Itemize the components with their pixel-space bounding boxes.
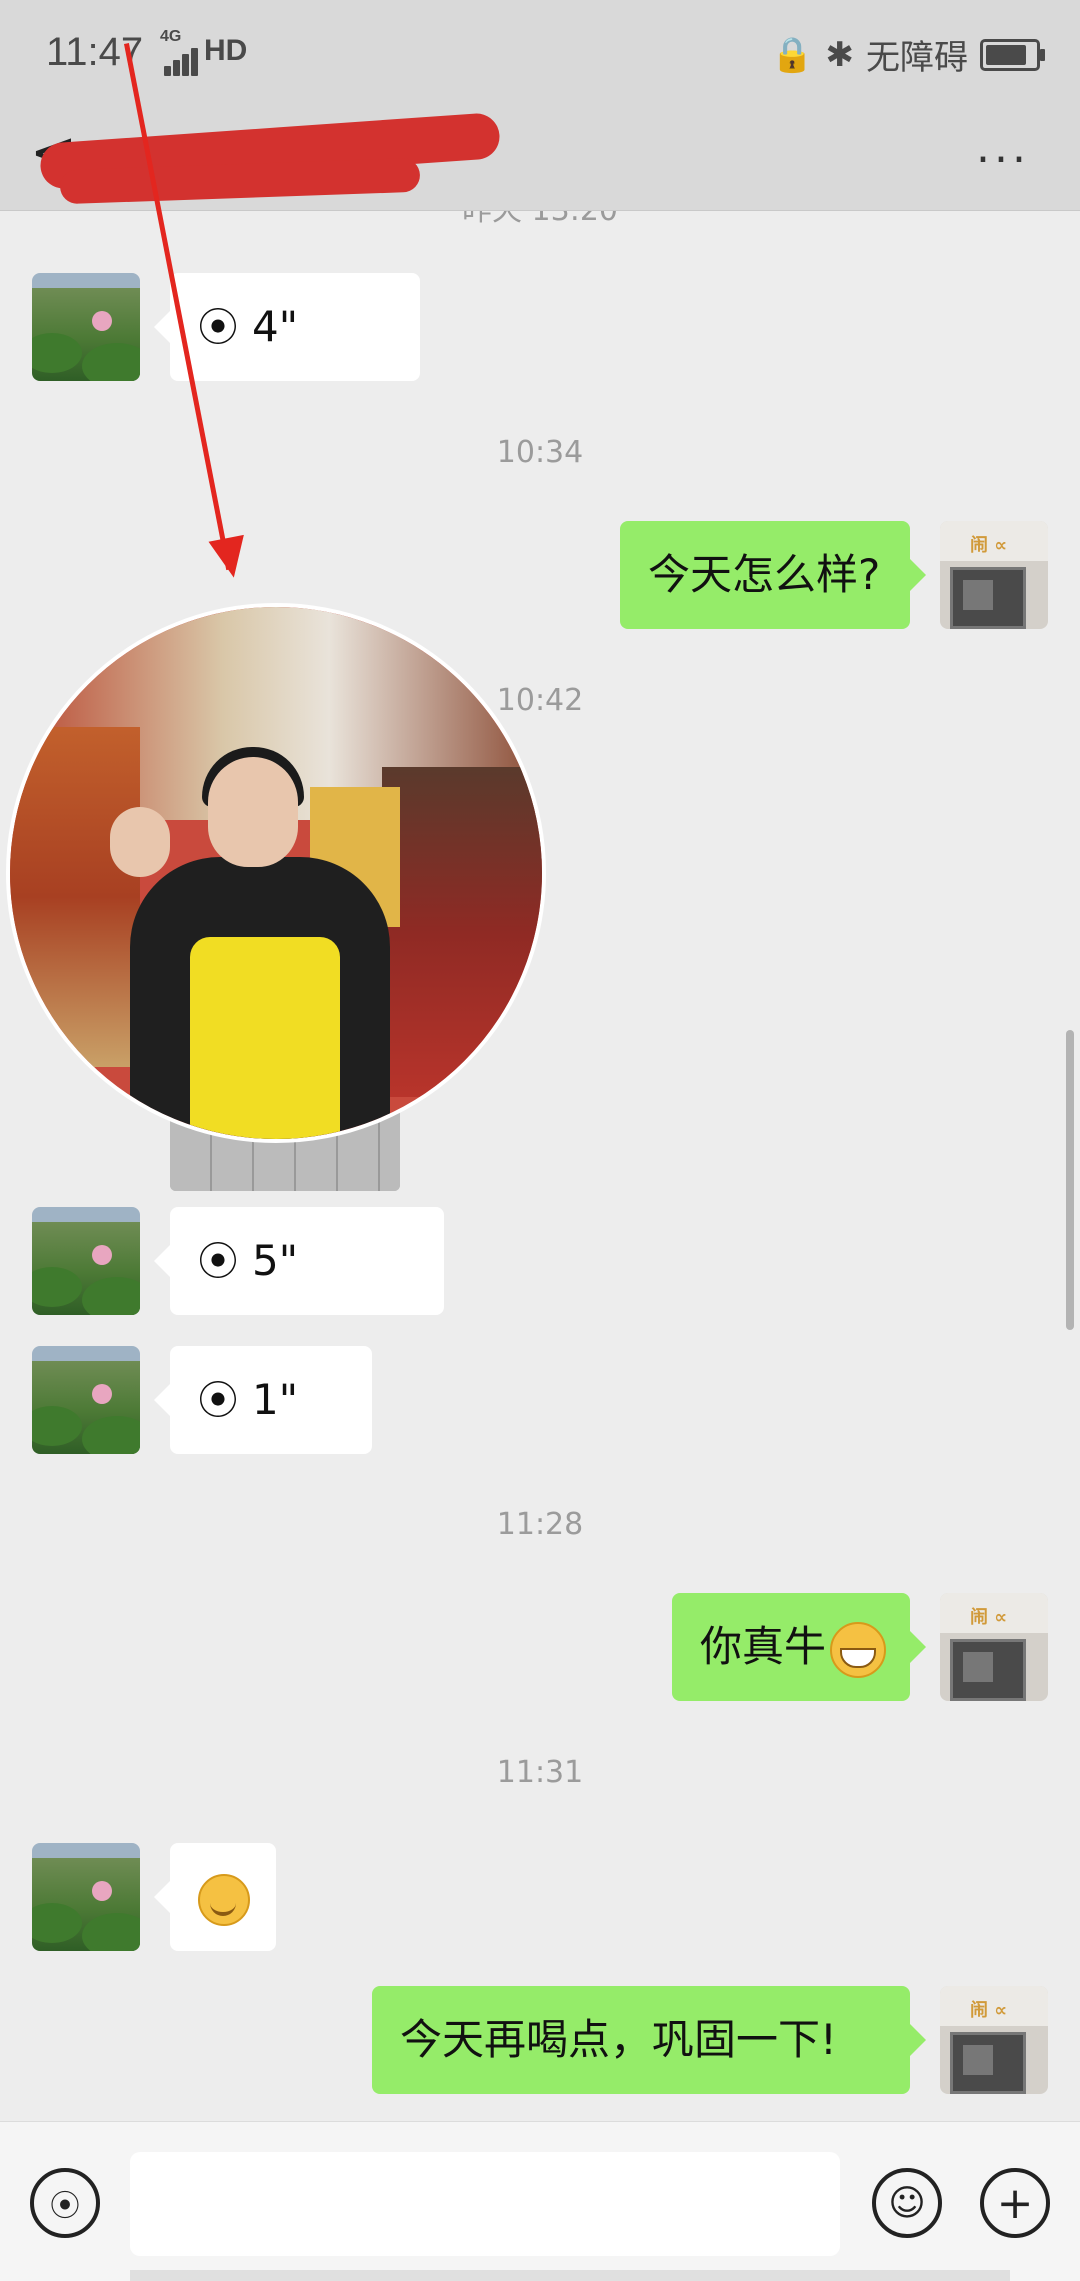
status-right-group: 🔒 ✱ 无障碍	[771, 30, 1045, 79]
voice-wave-icon: ⦿	[198, 1239, 238, 1285]
emoji-button[interactable]: ☺	[872, 2168, 942, 2238]
timestamp: 10:34	[496, 435, 584, 470]
chat-area[interactable]: 昨天 13:20 ⦿4" 10:34 今天怎么样? 闹 ∝ 10:42 ⦿5" …	[0, 211, 1080, 2121]
contact-avatar[interactable]	[32, 273, 140, 381]
grin-emoji-icon	[830, 1621, 887, 1678]
voice-message[interactable]: ⦿ 4"	[154, 273, 420, 381]
annotation-arrow-head	[208, 534, 252, 582]
my-avatar[interactable]: 闹 ∝	[940, 521, 1048, 629]
voice-message[interactable]: ⦿ 1"	[154, 1346, 372, 1454]
zoomed-photo-overlay	[6, 603, 546, 1143]
voice-wave-icon: ⦿	[198, 305, 238, 351]
voice-wave-icon: ⦿	[198, 1378, 238, 1424]
signal-icon	[164, 46, 208, 76]
battery-level	[986, 44, 1026, 65]
status-bar: 11:47 4G HD 🔒 ✱ 无障碍	[0, 0, 1080, 100]
voice-duration: 4"	[252, 302, 299, 351]
accessibility-label: 无障碍	[866, 38, 968, 78]
input-bar: ⦿ ☺ +	[0, 2121, 1080, 2281]
voice-duration: 1"	[252, 1375, 299, 1424]
more-options-button[interactable]: ...	[976, 122, 1030, 173]
emoji-message[interactable]	[154, 1843, 276, 1951]
hd-label: HD	[204, 34, 248, 67]
timestamp: 11:31	[496, 1755, 584, 1790]
my-avatar[interactable]: 闹 ∝	[940, 1593, 1048, 1701]
rotation-lock-icon: 🔒	[771, 34, 814, 75]
contact-avatar[interactable]	[32, 1843, 140, 1951]
voice-input-button[interactable]: ⦿	[30, 2168, 100, 2238]
voice-message[interactable]: ⦿ 5"	[154, 1207, 444, 1315]
bluetooth-icon: ✱	[825, 34, 855, 75]
plus-icon: +	[996, 2177, 1034, 2229]
chat-header: < ...	[0, 100, 1080, 210]
voice-duration: 5"	[252, 1236, 299, 1285]
voice-wave-icon: ⦿	[50, 2189, 80, 2224]
smile-icon: ☺	[888, 2182, 926, 2224]
contact-avatar[interactable]	[32, 1346, 140, 1454]
sent-message[interactable]: 今天怎么样?	[620, 521, 926, 629]
sent-message[interactable]: 你真牛	[672, 1593, 926, 1701]
message-input[interactable]	[130, 2152, 840, 2256]
sent-message-text: 你真牛	[700, 1622, 827, 1671]
bottom-divider	[130, 2270, 1010, 2281]
scrollbar[interactable]	[1066, 1030, 1074, 1330]
battery-icon	[980, 38, 1045, 71]
timestamp: 11:28	[496, 1507, 584, 1542]
network-type: 4G	[160, 28, 182, 45]
add-button[interactable]: +	[980, 2168, 1050, 2238]
smile-emoji-icon	[198, 1873, 250, 1926]
contact-avatar[interactable]	[32, 1207, 140, 1315]
my-avatar[interactable]: 闹 ∝	[940, 1986, 1048, 2094]
sent-message[interactable]: 今天再喝点，巩固一下!	[372, 1986, 926, 2094]
